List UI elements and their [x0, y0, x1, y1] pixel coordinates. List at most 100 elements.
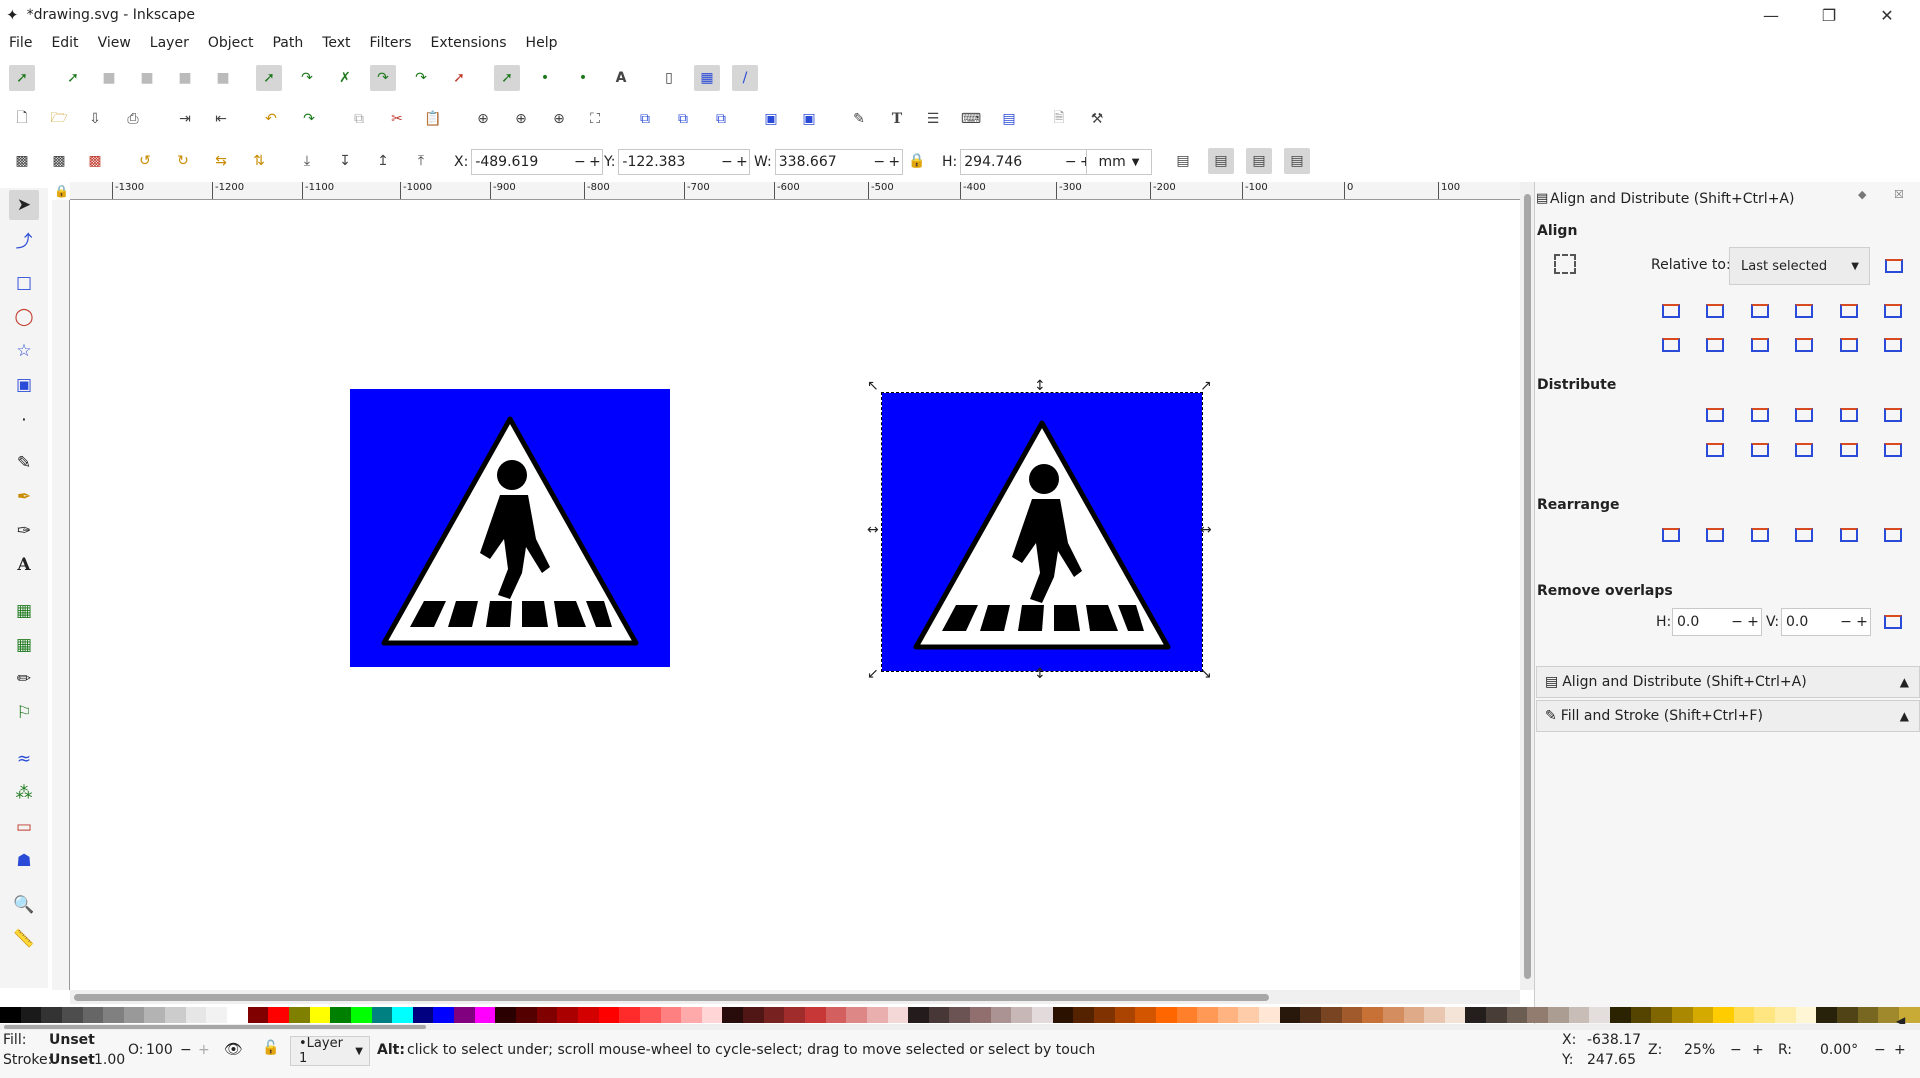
- gradient-tool-icon[interactable]: ▦: [9, 596, 39, 626]
- crosswalk-sign-left[interactable]: [350, 389, 670, 667]
- palette-swatch[interactable]: [247, 1007, 269, 1023]
- menu-extensions[interactable]: Extensions: [422, 35, 517, 51]
- palette-swatch[interactable]: [1300, 1007, 1321, 1023]
- palette-swatch[interactable]: [1754, 1007, 1776, 1023]
- distribute-top-edges-icon[interactable]: [1700, 435, 1730, 465]
- palette-swatch[interactable]: [1011, 1007, 1033, 1023]
- palette-swatch[interactable]: [1176, 1007, 1198, 1023]
- duplicate-icon[interactable]: ⧉: [632, 106, 658, 132]
- palette-swatch[interactable]: [1279, 1007, 1301, 1023]
- palette-swatch[interactable]: [516, 1007, 537, 1023]
- palette-swatch[interactable]: [1651, 1007, 1672, 1023]
- flip-horizontal-icon[interactable]: ⇆: [208, 148, 234, 174]
- palette-swatch[interactable]: [227, 1007, 248, 1023]
- unit-select[interactable]: mm ▼: [1086, 148, 1152, 176]
- ungroup-icon[interactable]: ▣: [796, 106, 822, 132]
- palette-swatch[interactable]: [1548, 1007, 1569, 1023]
- ellipse-tool-icon[interactable]: ◯: [9, 302, 39, 332]
- lock-ratio-icon[interactable]: 🔒: [904, 148, 930, 174]
- palette-swatch[interactable]: [660, 1007, 682, 1023]
- palette-swatch[interactable]: [61, 1007, 83, 1023]
- align-top-edges-icon[interactable]: [1700, 330, 1730, 360]
- 3d-box-tool-icon[interactable]: ▣: [9, 370, 39, 400]
- scale-stroke-icon[interactable]: ▤: [1170, 148, 1196, 174]
- palette-swatch[interactable]: [1630, 1007, 1652, 1023]
- overlap-v-increment-button[interactable]: +: [1854, 614, 1870, 630]
- cut-icon[interactable]: ✂: [384, 106, 410, 132]
- palette-swatch[interactable]: [784, 1007, 805, 1023]
- align-baseline-vertical-icon[interactable]: [1878, 296, 1908, 326]
- node-tool-icon[interactable]: ⤴: [9, 224, 39, 254]
- zoom-drawing-icon[interactable]: ⊕: [508, 106, 534, 132]
- w-increment-button[interactable]: +: [887, 154, 902, 170]
- connector-tool-icon[interactable]: ☗: [9, 846, 39, 876]
- palette-swatch[interactable]: [1609, 1007, 1631, 1023]
- collapsed-align-panel-tab[interactable]: ▤ Align and Distribute (Shift+Ctrl+A) ▲: [1536, 666, 1920, 698]
- opacity-decrement-button[interactable]: −: [180, 1042, 192, 1058]
- palette-swatch[interactable]: [1341, 1007, 1363, 1023]
- palette-swatch[interactable]: [1837, 1007, 1858, 1023]
- select-all-layers-icon[interactable]: ▩: [46, 148, 72, 174]
- align-top-to-bottom-icon[interactable]: [1834, 330, 1864, 360]
- palette-swatch[interactable]: [1032, 1007, 1053, 1023]
- opacity-input[interactable]: 100: [146, 1042, 173, 1058]
- palette-swatch[interactable]: [1775, 1007, 1796, 1023]
- lower-to-bottom-icon[interactable]: ⤓: [294, 148, 320, 174]
- align-right-edges-icon[interactable]: [1789, 296, 1819, 326]
- palette-swatch[interactable]: [1155, 1007, 1177, 1023]
- palette-swatch[interactable]: [1465, 1007, 1487, 1023]
- palette-swatch[interactable]: [681, 1007, 702, 1023]
- remove-overlaps-button-icon[interactable]: [1878, 607, 1908, 637]
- text-font-icon[interactable]: T: [884, 106, 910, 132]
- h-decrement-button[interactable]: −: [1063, 154, 1078, 170]
- palette-swatch[interactable]: [1052, 1007, 1074, 1023]
- snap-toggle-icon[interactable]: ➚: [9, 65, 35, 91]
- palette-swatch[interactable]: [970, 1007, 991, 1023]
- snap-grid-icon[interactable]: ▦: [694, 65, 720, 91]
- snap-midpoint-icon[interactable]: ➚: [446, 65, 472, 91]
- menu-file[interactable]: File: [0, 35, 42, 51]
- tweak-tool-icon[interactable]: ≈: [9, 744, 39, 774]
- palette-swatch[interactable]: [1486, 1007, 1507, 1023]
- distribute-right-edges-icon[interactable]: [1789, 400, 1819, 430]
- palette-swatch[interactable]: [763, 1007, 785, 1023]
- menu-path[interactable]: Path: [263, 35, 313, 51]
- palette-swatch[interactable]: [1114, 1007, 1136, 1023]
- scale-handle-n-icon[interactable]: ↕: [1034, 378, 1046, 394]
- palette-swatch[interactable]: [206, 1007, 228, 1023]
- menu-filters[interactable]: Filters: [361, 35, 422, 51]
- snap-text-baseline-icon[interactable]: •: [570, 65, 596, 91]
- palette-swatch[interactable]: [454, 1007, 475, 1023]
- exchange-stacking-order-icon[interactable]: [1745, 520, 1775, 550]
- snap-centers-icon[interactable]: ➚: [494, 65, 520, 91]
- palette-swatch[interactable]: [825, 1007, 847, 1023]
- move-together-icon[interactable]: [1879, 251, 1909, 281]
- palette-swatch[interactable]: [103, 1007, 124, 1023]
- palette-swatch[interactable]: [1403, 1007, 1425, 1023]
- scale-handle-sw-icon[interactable]: ↙: [867, 666, 879, 682]
- document-properties-icon[interactable]: 🗎: [1046, 106, 1072, 132]
- scale-handle-e-icon[interactable]: ↔: [1200, 522, 1212, 538]
- palette-swatch[interactable]: [598, 1007, 620, 1023]
- distribute-gaps-horizontal-icon[interactable]: [1834, 400, 1864, 430]
- h-input[interactable]: 294.746: [964, 154, 1063, 170]
- overlap-h-spinbox[interactable]: 0.0 − +: [1672, 608, 1762, 636]
- raise-to-top-icon[interactable]: ⤒: [408, 148, 434, 174]
- zoom-increment-button[interactable]: +: [1752, 1042, 1764, 1058]
- w-input[interactable]: 338.667: [779, 154, 872, 170]
- palette-swatch[interactable]: [1692, 1007, 1714, 1023]
- palette-swatch[interactable]: [495, 1007, 517, 1023]
- palette-swatch[interactable]: [639, 1007, 661, 1023]
- measure-tool-icon[interactable]: 📏: [9, 924, 39, 954]
- overlap-v-input[interactable]: 0.0: [1786, 614, 1838, 630]
- palette-swatch[interactable]: [577, 1007, 599, 1023]
- palette-swatch[interactable]: [1093, 1007, 1115, 1023]
- relative-to-dropdown[interactable]: Last selected ▼: [1729, 247, 1870, 285]
- palette-swatch[interactable]: [474, 1007, 496, 1023]
- spray-tool-icon[interactable]: ⁂: [9, 778, 39, 808]
- scale-handle-w-icon[interactable]: ↔: [867, 522, 879, 538]
- zoom-decrement-button[interactable]: −: [1730, 1042, 1742, 1058]
- center-vertical-axis-icon[interactable]: [1745, 296, 1775, 326]
- menu-help[interactable]: Help: [517, 35, 568, 51]
- distribute-gaps-vertical-icon[interactable]: [1834, 435, 1864, 465]
